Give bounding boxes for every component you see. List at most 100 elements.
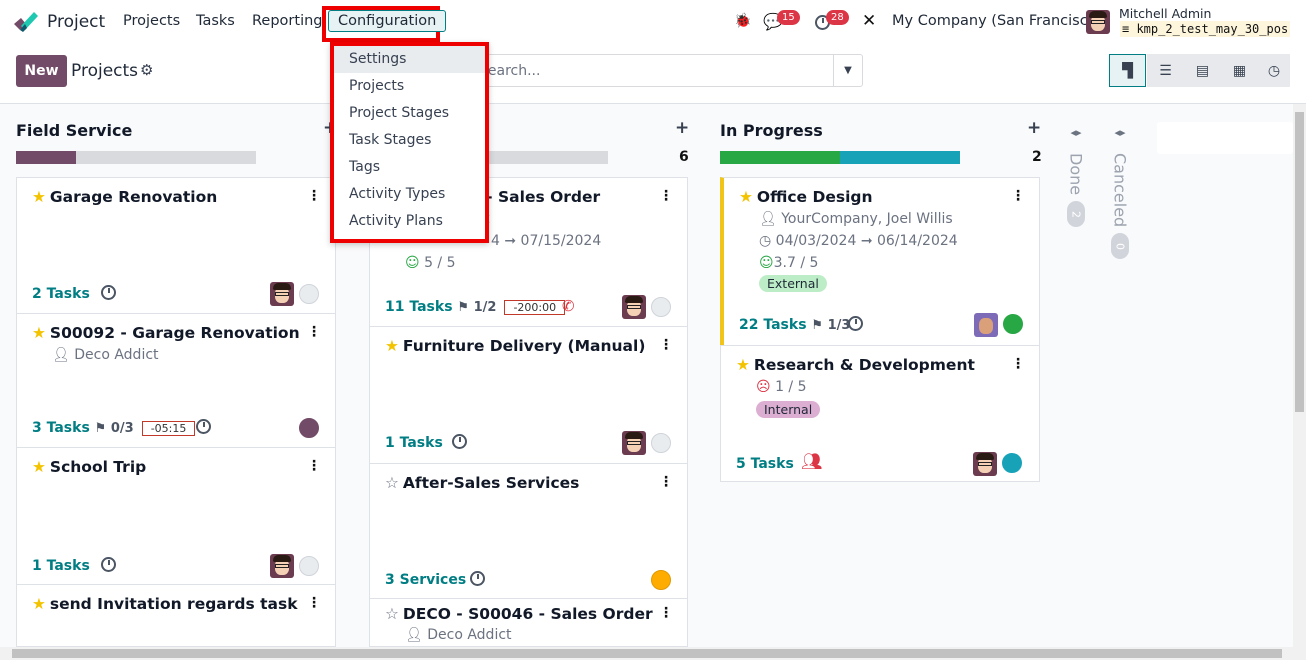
user-avatar[interactable] xyxy=(1086,10,1110,34)
manager-avatar[interactable] xyxy=(973,452,997,476)
card-title: ★ Garage Renovation xyxy=(32,188,218,206)
card-menu-icon[interactable]: ⋮ xyxy=(659,474,673,490)
star-outline-icon[interactable]: ☆ xyxy=(385,605,399,623)
status-dot[interactable] xyxy=(1003,314,1023,334)
card-menu-icon[interactable]: ⋮ xyxy=(659,188,673,204)
status-dot[interactable] xyxy=(651,570,671,590)
menu-item-task-stages[interactable]: Task Stages xyxy=(334,127,485,154)
view-gantt-button[interactable]: ▤ xyxy=(1184,54,1221,87)
card-menu-icon[interactable]: ⋮ xyxy=(1011,356,1025,372)
project-card[interactable]: ★ Garage Renovation ⋮ 2 Tasks xyxy=(16,177,336,314)
horizontal-scrollbar[interactable] xyxy=(0,647,1306,660)
tasks-link[interactable]: 5 Tasks xyxy=(736,456,794,472)
search-options-toggle[interactable]: ▼ xyxy=(833,55,862,86)
manager-avatar[interactable] xyxy=(270,554,294,578)
nav-tasks[interactable]: Tasks xyxy=(196,13,235,29)
project-logo-icon[interactable] xyxy=(14,12,38,32)
progress-bar[interactable] xyxy=(16,151,256,164)
view-calendar-button[interactable]: ▦ xyxy=(1221,54,1258,87)
tasks-link[interactable]: 1 Tasks xyxy=(385,435,443,451)
manager-avatar[interactable] xyxy=(270,282,294,306)
project-card[interactable]: ★ School Trip ⋮ 1 Tasks xyxy=(16,447,336,585)
project-card[interactable]: ☆ DECO - S00046 - Sales Order ⋮ 👤︎ Deco A… xyxy=(369,598,688,647)
add-column-placeholder[interactable] xyxy=(1157,122,1293,154)
manager-avatar[interactable] xyxy=(622,431,646,455)
menu-item-activity-plans[interactable]: Activity Plans xyxy=(334,208,485,235)
star-icon[interactable]: ★ xyxy=(32,188,46,206)
menu-item-settings[interactable]: Settings xyxy=(334,46,485,73)
tasks-link[interactable]: 1 Tasks xyxy=(32,558,90,574)
activity-clock-icon[interactable] xyxy=(196,419,211,434)
menu-item-project-stages[interactable]: Project Stages xyxy=(334,100,485,127)
status-dot[interactable] xyxy=(651,297,671,317)
activity-clock-icon[interactable] xyxy=(452,434,467,449)
add-card-icon[interactable]: + xyxy=(1027,118,1041,138)
menu-item-tags[interactable]: Tags xyxy=(334,154,485,181)
gear-icon[interactable]: ⚙ xyxy=(140,61,153,79)
activity-clock-icon[interactable] xyxy=(848,316,863,331)
nav-configuration[interactable]: Configuration xyxy=(328,10,447,32)
sad-face-icon: ☹ xyxy=(756,379,771,395)
debug-bug-icon[interactable]: 🐞 xyxy=(734,13,751,29)
status-dot[interactable] xyxy=(299,418,319,438)
view-activity-button[interactable]: ◷ xyxy=(1258,54,1290,87)
status-dot[interactable] xyxy=(299,284,319,304)
progress-bar[interactable] xyxy=(720,151,960,164)
card-menu-icon[interactable]: ⋮ xyxy=(307,324,321,340)
expand-icon[interactable]: ◂▸ xyxy=(1108,126,1132,139)
project-card[interactable]: ★ Furniture Delivery (Manual) ⋮ 1 Tasks xyxy=(369,326,688,464)
search-bar[interactable]: Search... ▼ xyxy=(470,54,863,87)
card-menu-icon[interactable]: ⋮ xyxy=(659,337,673,353)
star-outline-icon[interactable]: ☆ xyxy=(385,474,399,492)
person-icon: 👤︎ xyxy=(405,627,428,643)
card-menu-icon[interactable]: ⋮ xyxy=(1011,188,1025,204)
folded-column-canceled[interactable]: ◂▸ Canceled 0 xyxy=(1108,126,1132,260)
star-icon[interactable]: ★ xyxy=(385,337,399,355)
phone-icon[interactable]: ✆ xyxy=(562,297,575,315)
tasks-link[interactable]: 3 Tasks ⚑ 0/3 -05:15 xyxy=(32,420,196,436)
add-card-icon[interactable]: + xyxy=(675,118,689,138)
activity-clock-icon[interactable] xyxy=(470,571,485,586)
activity-clock-icon[interactable] xyxy=(101,557,116,572)
view-list-button[interactable]: ☰ xyxy=(1147,54,1184,87)
project-card[interactable]: ☆ After-Sales Services ⋮ 3 Services xyxy=(369,463,688,599)
menu-item-projects[interactable]: Projects xyxy=(334,73,485,100)
tasks-link[interactable]: 3 Services xyxy=(385,572,466,588)
card-menu-icon[interactable]: ⋮ xyxy=(659,605,673,621)
star-icon[interactable]: ★ xyxy=(736,356,750,374)
project-card[interactable]: ★ S00092 - Garage Renovation ⋮ 👤︎ Deco Ad… xyxy=(16,313,336,448)
status-dot[interactable] xyxy=(651,433,671,453)
view-kanban-button[interactable]: ▜ xyxy=(1109,54,1146,87)
tasks-link[interactable]: 11 Tasks ⚑ 1/2 -200:00 xyxy=(385,299,566,315)
card-menu-icon[interactable]: ⋮ xyxy=(307,595,321,611)
menu-item-activity-types[interactable]: Activity Types xyxy=(334,181,485,208)
page-title: Projects xyxy=(71,61,139,81)
status-dot[interactable] xyxy=(299,556,319,576)
project-card[interactable]: ★ Office Design ⋮ 👤︎ YourCompany, Joel Wi… xyxy=(720,177,1040,346)
tools-icon[interactable]: ✕ xyxy=(862,11,876,31)
manager-avatar[interactable] xyxy=(622,295,646,319)
manager-avatar[interactable] xyxy=(974,313,998,337)
new-button[interactable]: New xyxy=(16,55,67,87)
activity-clock-icon[interactable] xyxy=(101,285,116,300)
card-menu-icon[interactable]: ⋮ xyxy=(307,458,321,474)
user-name[interactable]: Mitchell Admin xyxy=(1119,6,1211,21)
status-dot[interactable] xyxy=(1002,453,1022,473)
nav-reporting[interactable]: Reporting xyxy=(252,13,323,29)
star-icon[interactable]: ★ xyxy=(32,324,46,342)
configuration-dropdown: Settings Projects Project Stages Task St… xyxy=(330,42,489,243)
nav-projects[interactable]: Projects xyxy=(123,13,180,29)
expand-icon[interactable]: ◂▸ xyxy=(1064,126,1088,139)
project-card[interactable]: ★ Research & Development ⋮ ☹ 1 / 5 Intern… xyxy=(720,345,1040,482)
tasks-link[interactable]: 2 Tasks xyxy=(32,286,90,302)
star-icon[interactable]: ★ xyxy=(739,188,753,206)
project-card[interactable]: ★ send Invitation regards task ⋮ xyxy=(16,584,336,647)
star-icon[interactable]: ★ xyxy=(32,458,46,476)
card-menu-icon[interactable]: ⋮ xyxy=(307,188,321,204)
company-switcher[interactable]: My Company (San Francisco) xyxy=(892,13,1102,29)
vertical-scrollbar[interactable] xyxy=(1293,104,1306,647)
tasks-link[interactable]: 22 Tasks ⚑ 1/3 xyxy=(739,317,850,333)
star-icon[interactable]: ★ xyxy=(32,595,46,613)
folded-column-done[interactable]: ◂▸ Done 2 xyxy=(1064,126,1088,228)
app-name[interactable]: Project xyxy=(47,12,105,32)
